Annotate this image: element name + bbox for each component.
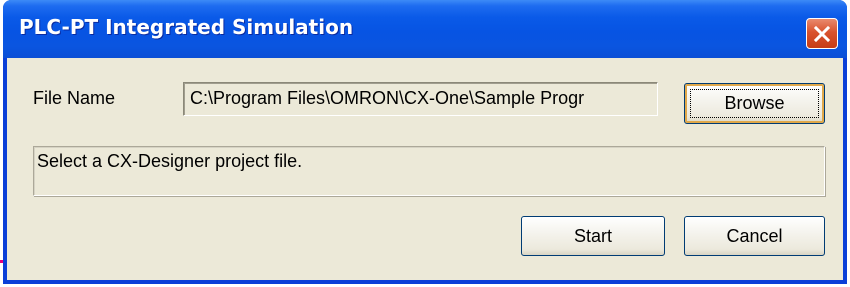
file-name-field[interactable]: C:\Program Files\OMRON\CX-One\Sample Pro…: [183, 82, 658, 116]
browse-button[interactable]: Browse: [684, 83, 825, 124]
start-button-label: Start: [573, 225, 612, 246]
dialog-window: PLC-PT Integrated Simulation File Name C…: [3, 0, 847, 284]
cancel-button[interactable]: Cancel: [684, 216, 825, 256]
screen: PLC-PT Integrated Simulation File Name C…: [0, 0, 850, 287]
title-bar[interactable]: PLC-PT Integrated Simulation: [3, 0, 847, 58]
file-name-label: File Name: [33, 88, 116, 108]
close-icon: [813, 25, 831, 43]
status-message: Select a CX-Designer project file.: [33, 146, 825, 196]
close-button[interactable]: [806, 18, 838, 49]
cancel-button-label: Cancel: [726, 225, 783, 246]
dialog-body: File Name C:\Program Files\OMRON\CX-One\…: [7, 58, 843, 280]
window-title: PLC-PT Integrated Simulation: [19, 15, 354, 39]
start-button[interactable]: Start: [521, 216, 665, 256]
browse-button-label: Browse: [724, 93, 785, 113]
